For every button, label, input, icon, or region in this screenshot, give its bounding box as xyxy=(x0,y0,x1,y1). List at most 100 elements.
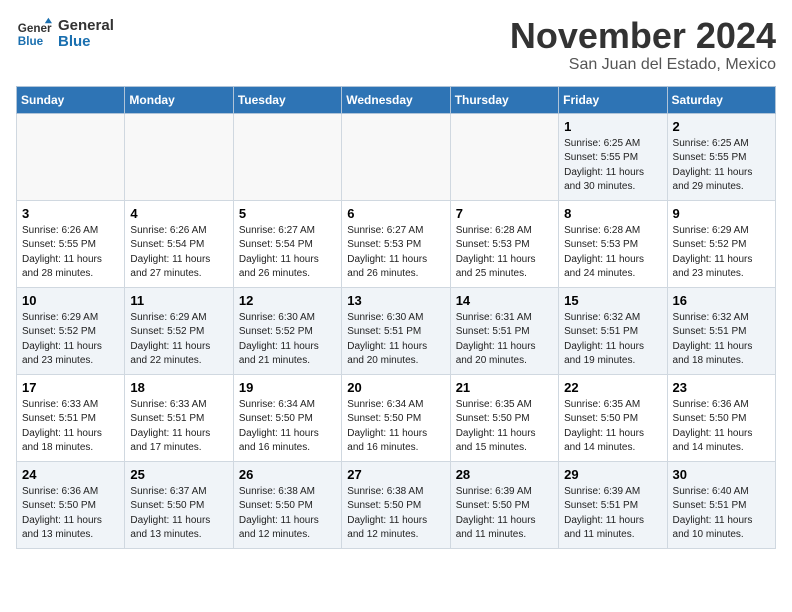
day-number: 27 xyxy=(347,467,444,482)
weekday-header-thursday: Thursday xyxy=(450,86,558,113)
calendar-cell: 26Sunrise: 6:38 AM Sunset: 5:50 PM Dayli… xyxy=(233,461,341,548)
calendar-cell: 10Sunrise: 6:29 AM Sunset: 5:52 PM Dayli… xyxy=(17,287,125,374)
month-title: November 2024 xyxy=(510,16,776,56)
weekday-header-row: SundayMondayTuesdayWednesdayThursdayFrid… xyxy=(17,86,776,113)
svg-text:Blue: Blue xyxy=(18,35,44,48)
logo-blue-text: Blue xyxy=(58,34,114,51)
day-number: 1 xyxy=(564,119,661,134)
weekday-header-wednesday: Wednesday xyxy=(342,86,450,113)
calendar-cell: 29Sunrise: 6:39 AM Sunset: 5:51 PM Dayli… xyxy=(559,461,667,548)
calendar-cell: 4Sunrise: 6:26 AM Sunset: 5:54 PM Daylig… xyxy=(125,200,233,287)
day-number: 25 xyxy=(130,467,227,482)
calendar-cell: 13 Sunrise: 6:30 AM Sunset: 5:51 PM Dayli… xyxy=(342,287,450,374)
day-info: Sunrise: 6:35 AM Sunset: 5:50 PM Dayligh… xyxy=(564,398,661,456)
calendar-cell: 23Sunrise: 6:36 AM Sunset: 5:50 PM Dayli… xyxy=(667,374,775,461)
day-number: 13 xyxy=(347,293,444,308)
logo-general-text: General xyxy=(58,18,114,35)
calendar-cell xyxy=(125,113,233,200)
day-number: 19 xyxy=(239,380,336,395)
weekday-header-sunday: Sunday xyxy=(17,86,125,113)
day-info: Sunrise: 6:37 AM Sunset: 5:50 PM Dayligh… xyxy=(130,485,227,543)
calendar-header: SundayMondayTuesdayWednesdayThursdayFrid… xyxy=(17,86,776,113)
calendar-cell: 17Sunrise: 6:33 AM Sunset: 5:51 PM Dayli… xyxy=(17,374,125,461)
calendar-cell: 3Sunrise: 6:26 AM Sunset: 5:55 PM Daylig… xyxy=(17,200,125,287)
calendar-cell: 2 Sunrise: 6:25 AM Sunset: 5:55 PM Daylig… xyxy=(667,113,775,200)
day-number: 21 xyxy=(456,380,553,395)
day-number: 7 xyxy=(456,206,553,221)
day-number: 9 xyxy=(673,206,770,221)
calendar-cell: 24 Sunrise: 6:36 AM Sunset: 5:50 PM Dayli… xyxy=(17,461,125,548)
weekday-header-monday: Monday xyxy=(125,86,233,113)
day-number: 18 xyxy=(130,380,227,395)
day-number: 14 xyxy=(456,293,553,308)
day-info: Sunrise: 6:34 AM Sunset: 5:50 PM Dayligh… xyxy=(239,398,336,456)
calendar-cell: 25 Sunrise: 6:37 AM Sunset: 5:50 PM Dayli… xyxy=(125,461,233,548)
calendar-cell: 27 Sunrise: 6:38 AM Sunset: 5:50 PM Dayli… xyxy=(342,461,450,548)
calendar-cell: 12 Sunrise: 6:30 AM Sunset: 5:52 PM Dayli… xyxy=(233,287,341,374)
calendar-cell: 8Sunrise: 6:28 AM Sunset: 5:53 PM Daylig… xyxy=(559,200,667,287)
calendar-week-row: 24 Sunrise: 6:36 AM Sunset: 5:50 PM Dayli… xyxy=(17,461,776,548)
day-info: Sunrise: 6:30 AM Sunset: 5:51 PM Dayligh… xyxy=(347,311,444,369)
calendar-cell: 30 Sunrise: 6:40 AM Sunset: 5:51 PM Dayli… xyxy=(667,461,775,548)
calendar-cell: 21 Sunrise: 6:35 AM Sunset: 5:50 PM Dayli… xyxy=(450,374,558,461)
calendar-cell: 14 Sunrise: 6:31 AM Sunset: 5:51 PM Dayli… xyxy=(450,287,558,374)
title-area: November 2024 San Juan del Estado, Mexic… xyxy=(510,16,776,74)
day-number: 11 xyxy=(130,293,227,308)
day-info: Sunrise: 6:38 AM Sunset: 5:50 PM Dayligh… xyxy=(347,485,444,543)
day-number: 15 xyxy=(564,293,661,308)
day-number: 16 xyxy=(673,293,770,308)
day-number: 26 xyxy=(239,467,336,482)
calendar-table: SundayMondayTuesdayWednesdayThursdayFrid… xyxy=(16,86,776,549)
day-info: Sunrise: 6:32 AM Sunset: 5:51 PM Dayligh… xyxy=(673,311,770,369)
calendar-cell: 15 Sunrise: 6:32 AM Sunset: 5:51 PM Dayli… xyxy=(559,287,667,374)
calendar-cell xyxy=(17,113,125,200)
day-info: Sunrise: 6:25 AM Sunset: 5:55 PM Dayligh… xyxy=(673,137,770,195)
svg-text:General: General xyxy=(18,22,52,35)
day-number: 30 xyxy=(673,467,770,482)
day-number: 22 xyxy=(564,380,661,395)
day-number: 12 xyxy=(239,293,336,308)
day-info: Sunrise: 6:32 AM Sunset: 5:51 PM Dayligh… xyxy=(564,311,661,369)
day-info: Sunrise: 6:29 AM Sunset: 5:52 PM Dayligh… xyxy=(673,224,770,282)
calendar-body: 1 Sunrise: 6:25 AM Sunset: 5:55 PM Daylig… xyxy=(17,113,776,548)
calendar-cell: 1 Sunrise: 6:25 AM Sunset: 5:55 PM Daylig… xyxy=(559,113,667,200)
day-info: Sunrise: 6:34 AM Sunset: 5:50 PM Dayligh… xyxy=(347,398,444,456)
day-info: Sunrise: 6:26 AM Sunset: 5:55 PM Dayligh… xyxy=(22,224,119,282)
day-info: Sunrise: 6:40 AM Sunset: 5:51 PM Dayligh… xyxy=(673,485,770,543)
day-info: Sunrise: 6:30 AM Sunset: 5:52 PM Dayligh… xyxy=(239,311,336,369)
day-number: 28 xyxy=(456,467,553,482)
calendar-week-row: 17 Sunrise: 6:33 AM Sunset: 5:51 PM Dayli… xyxy=(17,374,776,461)
location-title: San Juan del Estado, Mexico xyxy=(510,56,776,74)
day-number: 6 xyxy=(347,206,444,221)
calendar-cell xyxy=(450,113,558,200)
day-number: 23 xyxy=(673,380,770,395)
calendar-cell: 7Sunrise: 6:28 AM Sunset: 5:53 PM Daylig… xyxy=(450,200,558,287)
calendar-cell: 16 Sunrise: 6:32 AM Sunset: 5:51 PM Dayli… xyxy=(667,287,775,374)
calendar-cell xyxy=(342,113,450,200)
day-number: 10 xyxy=(22,293,119,308)
day-number: 4 xyxy=(130,206,227,221)
calendar-week-row: 1 Sunrise: 6:25 AM Sunset: 5:55 PM Daylig… xyxy=(17,113,776,200)
day-number: 29 xyxy=(564,467,661,482)
day-number: 5 xyxy=(239,206,336,221)
day-info: Sunrise: 6:31 AM Sunset: 5:51 PM Dayligh… xyxy=(456,311,553,369)
page-header: General Blue General Blue November 2024 … xyxy=(16,16,776,74)
calendar-cell: 18 Sunrise: 6:33 AM Sunset: 5:51 PM Dayli… xyxy=(125,374,233,461)
calendar-cell: 6Sunrise: 6:27 AM Sunset: 5:53 PM Daylig… xyxy=(342,200,450,287)
calendar-cell: 28 Sunrise: 6:39 AM Sunset: 5:50 PM Dayli… xyxy=(450,461,558,548)
day-number: 2 xyxy=(673,119,770,134)
day-info: Sunrise: 6:33 AM Sunset: 5:51 PM Dayligh… xyxy=(130,398,227,456)
day-number: 8 xyxy=(564,206,661,221)
day-info: Sunrise: 6:35 AM Sunset: 5:50 PM Dayligh… xyxy=(456,398,553,456)
calendar-week-row: 10Sunrise: 6:29 AM Sunset: 5:52 PM Dayli… xyxy=(17,287,776,374)
day-number: 24 xyxy=(22,467,119,482)
calendar-cell: 9 Sunrise: 6:29 AM Sunset: 5:52 PM Daylig… xyxy=(667,200,775,287)
calendar-cell: 19 Sunrise: 6:34 AM Sunset: 5:50 PM Dayli… xyxy=(233,374,341,461)
day-info: Sunrise: 6:25 AM Sunset: 5:55 PM Dayligh… xyxy=(564,137,661,195)
logo: General Blue General Blue xyxy=(16,16,114,52)
weekday-header-tuesday: Tuesday xyxy=(233,86,341,113)
day-number: 20 xyxy=(347,380,444,395)
day-info: Sunrise: 6:36 AM Sunset: 5:50 PM Dayligh… xyxy=(22,485,119,543)
day-info: Sunrise: 6:39 AM Sunset: 5:50 PM Dayligh… xyxy=(456,485,553,543)
day-number: 17 xyxy=(22,380,119,395)
